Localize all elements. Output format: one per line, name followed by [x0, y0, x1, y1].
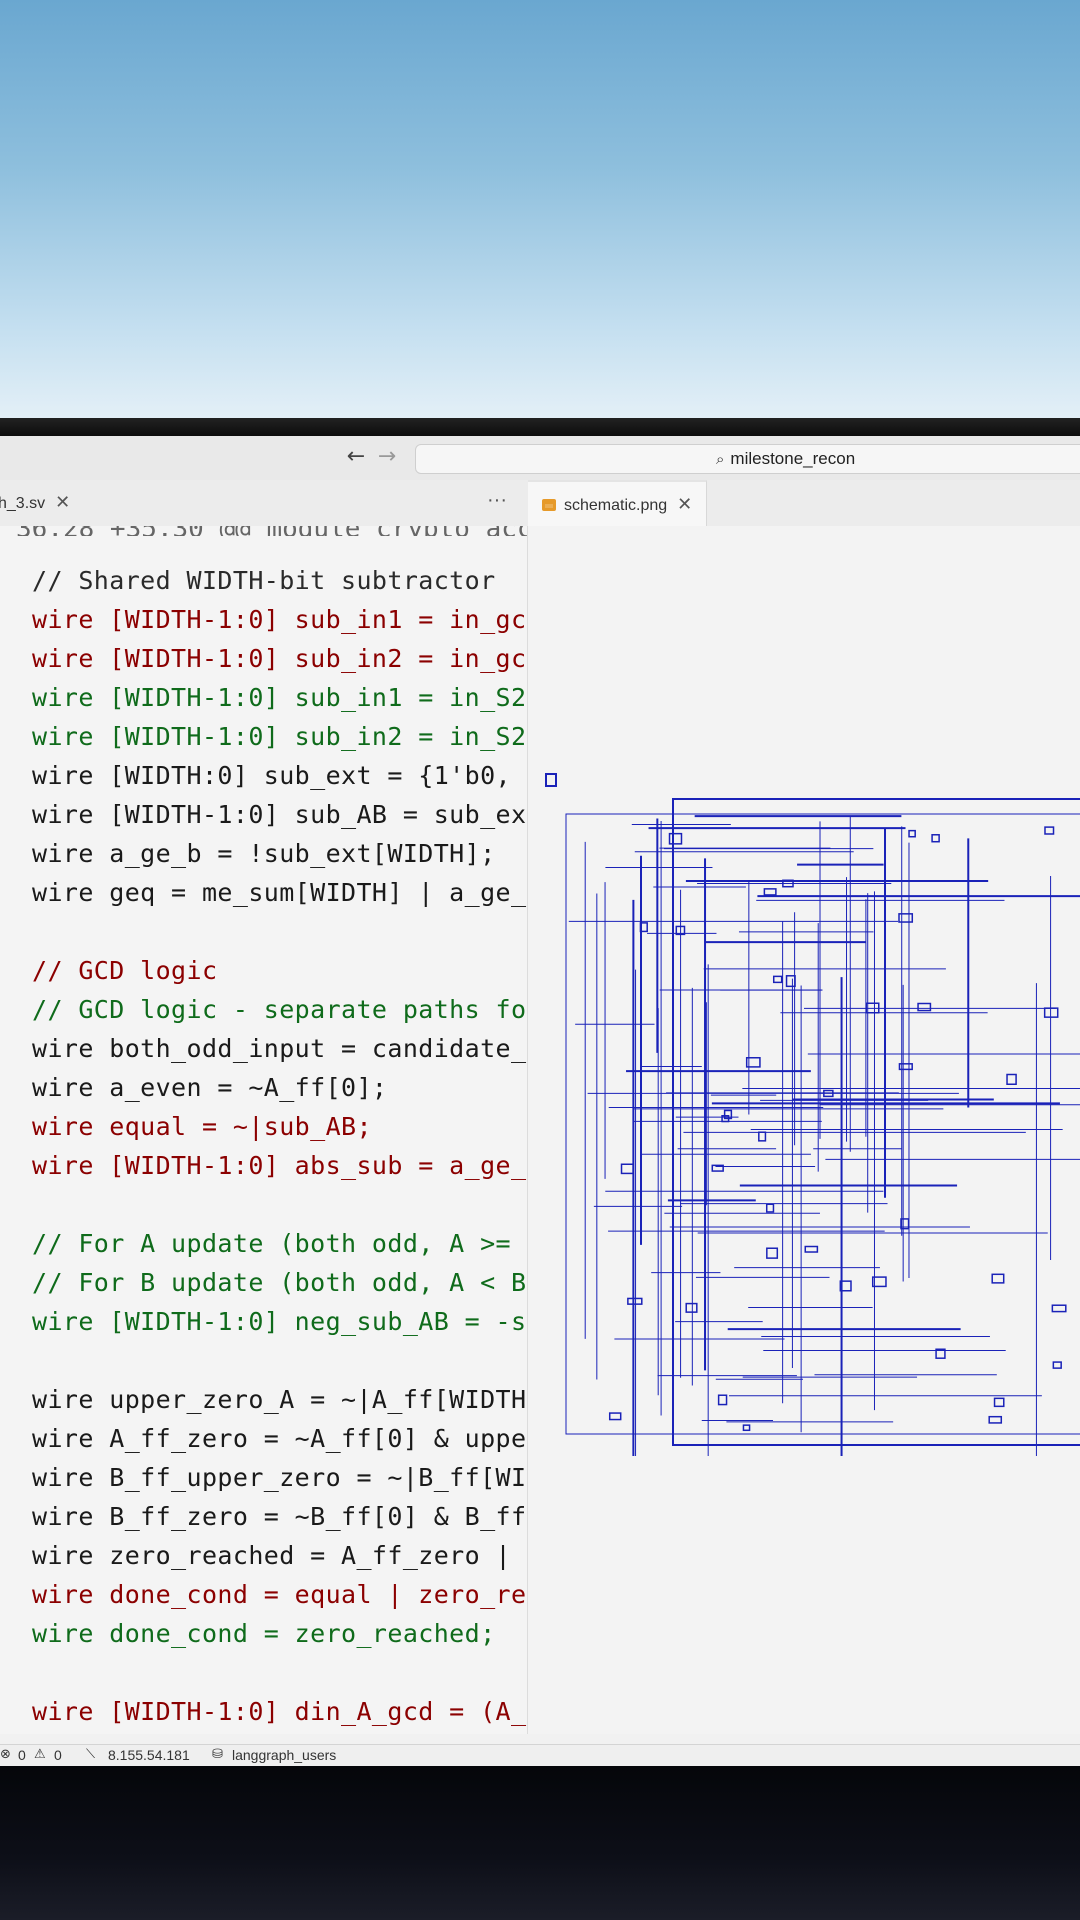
more-actions-icon[interactable]: ···	[487, 480, 507, 520]
code-line[interactable]: wire [WIDTH-1:0] sub_AB = sub_ex	[32, 796, 526, 834]
schematic-wire	[1006, 1073, 1017, 1085]
schematic-wire	[668, 832, 683, 845]
error-count[interactable]: 0	[18, 1747, 26, 1763]
remote-host[interactable]: 8.155.54.181	[108, 1747, 190, 1763]
schematic-wire	[717, 1394, 728, 1406]
search-icon: ⌕	[716, 450, 725, 468]
schematic-wire	[627, 1297, 643, 1305]
database-icon: ⛁	[212, 1747, 223, 1762]
schematic-wire	[993, 1397, 1005, 1408]
code-editor[interactable]: 36,28 +35,30 @@ module crypto_acc // Sha…	[0, 526, 528, 1734]
schematic-wire	[917, 1002, 932, 1012]
schematic-wire	[1051, 1304, 1067, 1313]
right-tab-bar: schematic.png ✕	[528, 480, 1080, 528]
schematic-image	[545, 773, 1080, 1456]
code-line[interactable]: wire [WIDTH-1:0] abs_sub = a_ge_	[32, 1147, 526, 1185]
code-line[interactable]: // For B update (both odd, A < B	[32, 1264, 526, 1302]
diff-hunk-header: 36,28 +35,30 @@ module crypto_acc	[16, 526, 527, 536]
code-line[interactable]: wire [WIDTH-1:0] din_A_gcd = (A_	[32, 1693, 526, 1731]
tab-label: h_3.sv	[0, 495, 46, 512]
code-line[interactable]: wire [WIDTH:0] sub_ext = {1'b0,	[32, 757, 526, 795]
schematic-wire	[685, 1302, 698, 1313]
schematic-wire	[1052, 1361, 1062, 1369]
tab-label: schematic.png	[564, 497, 668, 514]
code-line[interactable]: wire geq = me_sum[WIDTH] | a_ge_	[32, 874, 526, 912]
code-line[interactable]: wire both_odd_input = candidate_	[32, 1030, 526, 1068]
close-icon[interactable]: ✕	[55, 492, 70, 513]
schematic-wire	[988, 1415, 1003, 1424]
editor-window: ← → ⌕ milestone_recon h_3.sv ✕ ··· schemat…	[0, 436, 1080, 1766]
schematic-wire	[620, 1163, 634, 1175]
background-sky	[0, 0, 1080, 420]
code-line[interactable]: // GCD logic	[32, 952, 217, 990]
schematic-wire	[565, 813, 1080, 1435]
schematic-wire	[608, 1412, 622, 1421]
code-line[interactable]: wire equal = ~|sub_AB;	[32, 1108, 372, 1146]
remote-connection-icon[interactable]: ⟍	[86, 1747, 95, 1762]
code-line[interactable]: wire done_cond = equal | zero_re	[32, 1576, 526, 1614]
schematic-wire	[804, 1245, 819, 1253]
schematic-wire	[765, 1203, 775, 1213]
code-line[interactable]: wire [WIDTH-1:0] sub_in2 = in_S2	[32, 718, 526, 756]
schematic-wire	[908, 829, 916, 838]
schematic-wire	[1044, 826, 1055, 835]
code-line[interactable]: wire zero_reached = A_ff_zero |	[32, 1537, 526, 1575]
code-line[interactable]: wire [WIDTH-1:0] sub_in2 = in_gc	[32, 640, 526, 678]
warning-count[interactable]: 0	[54, 1747, 62, 1763]
schematic-wire	[545, 773, 557, 787]
code-line[interactable]: // Shared WIDTH-bit subtractor	[32, 562, 496, 600]
code-line[interactable]: wire a_even = ~A_ff[0];	[32, 1069, 387, 1107]
schematic-wire	[898, 913, 914, 923]
code-line[interactable]: wire B_ff_zero = ~B_ff[0] & B_ff	[32, 1498, 526, 1536]
schematic-wire	[785, 975, 796, 988]
code-line[interactable]: // GCD logic - separate paths fo	[32, 991, 526, 1029]
keyboard-area	[0, 1766, 1080, 1920]
status-bar: ⊗ 0 ⚠ 0 ⟍ 8.155.54.181 ⛁ langgraph_users	[0, 1744, 1080, 1766]
search-label: milestone_recon	[730, 449, 856, 468]
image-file-icon	[542, 499, 556, 511]
code-line[interactable]: // For A update (both odd, A >=	[32, 1225, 526, 1263]
schematic-wire	[766, 1247, 779, 1259]
schematic-wire	[931, 834, 940, 843]
command-center-search[interactable]: ⌕ milestone_recon	[415, 444, 1080, 474]
title-bar: ← → ⌕ milestone_recon	[0, 436, 1080, 481]
code-line[interactable]: wire done_cond = zero_reached;	[32, 1615, 496, 1653]
code-line[interactable]: wire [WIDTH-1:0] sub_in1 = in_S2	[32, 679, 526, 717]
code-line[interactable]: wire upper_zero_A = ~|A_ff[WIDTH	[32, 1381, 526, 1419]
code-line[interactable]: wire a_ge_b = !sub_ext[WIDTH];	[32, 835, 496, 873]
schematic-wire	[772, 975, 783, 984]
arrow-right-icon[interactable]: →	[374, 444, 400, 470]
schematic-wire	[758, 1131, 767, 1142]
code-line[interactable]: wire [WIDTH-1:0] sub_in1 = in_gc	[32, 601, 526, 639]
code-line[interactable]: wire A_ff_zero = ~A_ff[0] & uppe	[32, 1420, 526, 1458]
warning-icon[interactable]: ⚠	[34, 1747, 46, 1762]
left-tab-bar: h_3.sv ✕ ···	[0, 480, 528, 527]
close-icon[interactable]: ✕	[677, 494, 692, 515]
tab-schematic[interactable]: schematic.png ✕	[528, 480, 708, 528]
code-line[interactable]: wire [WIDTH-1:0] neg_sub_AB = -s	[32, 1303, 526, 1341]
tab-sv-file[interactable]: h_3.sv ✕	[0, 480, 70, 526]
arrow-left-icon[interactable]: ←	[343, 444, 369, 470]
monitor-bezel	[0, 418, 1080, 436]
error-icon[interactable]: ⊗	[0, 1747, 11, 1762]
schematic-wire	[1043, 1007, 1059, 1018]
schematic-wire	[991, 1273, 1005, 1284]
image-preview[interactable]	[528, 526, 1080, 1734]
schematic-wire	[763, 888, 777, 896]
schematic-wire	[742, 1424, 751, 1432]
code-line[interactable]: wire B_ff_upper_zero = ~|B_ff[WI	[32, 1459, 526, 1497]
database-name[interactable]: langgraph_users	[232, 1747, 336, 1763]
